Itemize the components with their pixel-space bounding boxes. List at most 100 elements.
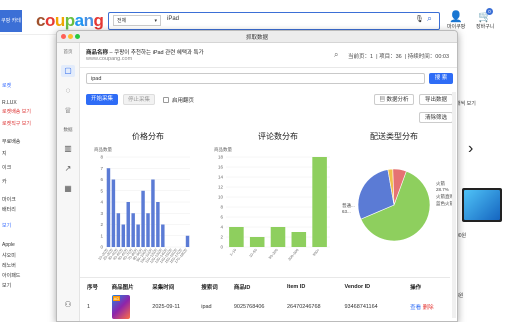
mypage-button[interactable]: 👤 마이쿠팡 — [447, 10, 465, 30]
items-value: 36 — [395, 54, 402, 60]
table-row[interactable]: 1 AD 2025-09-11 ipad 9025768406 26470246768 93… — [84, 292, 450, 321]
left-filter-link[interactable]: 보기 — [2, 282, 11, 289]
y-tick-label: 4 — [220, 225, 223, 230]
coupang-logo[interactable]: coupang — [36, 11, 104, 31]
y-tick-label: 18 — [218, 155, 224, 160]
left-filter-link[interactable]: 로켓배송 보기 — [2, 108, 31, 115]
logo-letter: g — [93, 11, 104, 30]
left-filter-link[interactable]: 로켓 — [2, 82, 11, 89]
keyword-input[interactable]: ipad — [86, 73, 425, 84]
left-filter-link[interactable]: 아이패드 — [2, 272, 20, 279]
table-header-cell[interactable]: 搜索词 — [198, 281, 231, 292]
left-filter-link[interactable]: 배터리 — [2, 206, 16, 213]
chat-icon[interactable]: ◌ — [61, 85, 75, 97]
category-menu-button[interactable]: 쿠팡 카테고리 — [0, 10, 22, 46]
trend-icon[interactable]: ↗ — [61, 163, 75, 175]
bar — [136, 224, 140, 247]
left-filter-link[interactable]: R.LUX — [2, 100, 17, 106]
table-header-row: 序号 商品图片 采集时间 搜索词 商品ID Item ID Vendor ID 操作 — [84, 281, 450, 292]
x-tick-label: 1–10 — [229, 248, 237, 257]
table-cell: ipad — [201, 304, 212, 310]
table-cell: 26470246768 — [286, 304, 321, 310]
table-header-cell[interactable]: 操作 — [407, 281, 450, 292]
bar — [312, 157, 327, 247]
left-filter-link[interactable]: 레노버 — [2, 262, 16, 269]
divider — [80, 67, 457, 68]
stop-collect-button[interactable]: 停止采集 — [123, 94, 155, 105]
data-analysis-label: 数据分析 — [386, 97, 409, 103]
left-filter-link[interactable]: 무료배송 — [2, 138, 20, 145]
table-cell: AD — [109, 292, 150, 321]
left-filter-link[interactable]: 샤오미 — [2, 252, 16, 259]
coupang-search-bar[interactable]: 전체 ▾ iPad 🎙 ⌕ — [108, 12, 440, 30]
delete-link[interactable]: 删除 — [421, 305, 434, 311]
chart-title: 评论数分布 — [258, 131, 298, 141]
view-link[interactable]: 查看 — [410, 305, 421, 311]
y-tick-label: 8 — [220, 205, 223, 210]
search-category-select[interactable]: 전체 ▾ — [113, 15, 161, 26]
bar — [156, 202, 160, 247]
y-tick-label: 2 — [100, 222, 103, 227]
page-value: 1 — [370, 54, 374, 60]
table-cell: 查看 删除 — [407, 292, 450, 321]
trophy-icon[interactable]: ♕ — [61, 105, 75, 117]
scraper-dialog: 抓取数据 首页 ▢ ◌ ♕ 数据 ▥ ↗ ▦ ⚇ 商品名称 – 쿠팡이 추천하는… — [56, 30, 458, 322]
left-filter-link[interactable]: 카 — [2, 178, 7, 185]
mic-icon[interactable]: 🎙 — [415, 15, 424, 23]
product-thumbnail[interactable]: AD — [111, 295, 130, 319]
scrollbar[interactable] — [452, 92, 456, 318]
logo-letter: p — [64, 11, 75, 30]
table-header-cell[interactable]: 序号 — [84, 281, 109, 292]
y-tick-label: 6 — [100, 177, 103, 182]
chevron-right-icon[interactable]: › — [468, 140, 473, 158]
start-collect-button[interactable]: 开始采集 — [86, 94, 118, 105]
data-table: 序号 商品图片 采集时间 搜索词 商品ID Item ID Vendor ID 操作 1 AD 2… — [84, 281, 450, 321]
search-query[interactable]: iPad — [167, 16, 179, 22]
bar — [185, 235, 190, 247]
bar — [126, 202, 130, 247]
cart-button[interactable]: 🛒 0 장바구니 — [476, 8, 494, 30]
user-icon[interactable]: ⚇ — [61, 299, 75, 311]
table-cell: 2025-09-11 — [152, 304, 181, 310]
search-icon[interactable]: ⌕ — [334, 50, 338, 60]
clear-filter-button[interactable]: 清除筛选 — [419, 112, 453, 123]
paging-checkbox[interactable] — [163, 96, 169, 103]
left-filter-link[interactable]: 보기 — [2, 222, 11, 229]
left-filter-link[interactable]: 이크 — [2, 164, 11, 171]
left-filter-link[interactable]: 지 — [2, 150, 7, 157]
shopping-bag-icon[interactable]: ▢ — [61, 65, 75, 77]
left-filter-link[interactable]: Apple — [2, 242, 15, 248]
product-url: www.coupang.com — [86, 56, 133, 62]
ad-badge: AD — [112, 296, 121, 301]
divider — [80, 277, 450, 278]
data-analysis-button[interactable]: ▤ 数据分析 — [374, 94, 414, 105]
logo-letter: u — [54, 11, 65, 30]
left-filter-link[interactable]: 마이크 — [2, 196, 16, 203]
y-tick-label: 8 — [100, 155, 103, 160]
table-header-cell[interactable]: 商品图片 — [109, 281, 150, 292]
bar — [111, 179, 116, 247]
y-tick-label: 3 — [100, 211, 103, 216]
y-axis-label: 商品数量 — [214, 146, 232, 153]
y-tick-label: 14 — [218, 175, 224, 180]
table-header-cell[interactable]: Item ID — [284, 281, 342, 292]
dialog-title: 抓取数据 — [245, 34, 268, 41]
user-icon: 👤 — [449, 11, 464, 23]
table-header-cell[interactable] — [398, 281, 407, 292]
grid-icon[interactable]: ▦ — [61, 183, 75, 195]
left-filter-link[interactable]: 로켓직구 보기 — [2, 120, 31, 127]
y-tick-label: 0 — [220, 245, 223, 250]
table-header-cell[interactable]: 采集时间 — [149, 281, 198, 292]
product-title: 商品名称 – 쿠팡이 추천하는 iPad 관련 혜택과 특가 — [86, 48, 204, 56]
x-tick-label: 500+ — [312, 248, 320, 257]
table-header-cell[interactable]: 商品ID — [231, 281, 284, 292]
sort-count-label[interactable]: 개씩 보기 — [456, 100, 476, 107]
bar — [116, 213, 121, 247]
export-data-button[interactable]: 导出数据 — [419, 94, 453, 105]
search-icon[interactable]: ⌕ — [427, 13, 432, 24]
table-header-cell[interactable]: Vendor ID — [341, 281, 398, 292]
table-cell: 1 — [87, 304, 91, 310]
y-tick-label: 16 — [218, 165, 224, 170]
bar-chart-icon[interactable]: ▥ — [61, 143, 75, 155]
search-button[interactable]: 搜 索 — [429, 73, 453, 84]
